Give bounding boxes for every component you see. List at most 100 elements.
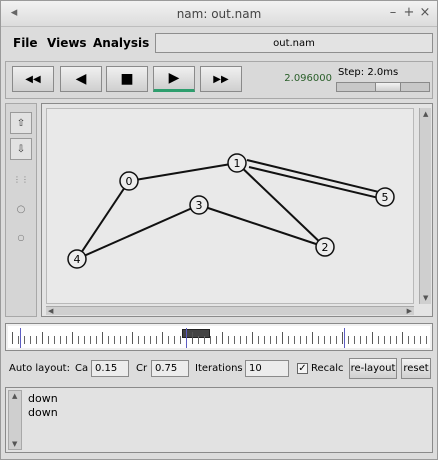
menu-analysis[interactable]: Analysis xyxy=(93,36,149,50)
iterations-input[interactable]: 10 xyxy=(245,360,289,377)
node-0: 0 xyxy=(119,171,139,191)
link-0-1 xyxy=(128,162,238,182)
scroll-left-icon[interactable]: ◀ xyxy=(48,307,53,315)
stop-button[interactable]: ■ xyxy=(106,66,148,92)
timeline-tick xyxy=(360,336,361,344)
node-1: 1 xyxy=(227,153,247,173)
timeline-tick xyxy=(78,336,79,344)
timeline-tick xyxy=(204,336,205,344)
link-1-5-a xyxy=(246,159,384,194)
timeline-tick xyxy=(420,336,421,344)
network-view: 0 1 2 3 4 5 ▲ ▼ ◀ ▶ xyxy=(41,103,433,317)
node-label: 4 xyxy=(74,253,81,266)
node-label: 3 xyxy=(196,199,203,212)
menu-file[interactable]: File xyxy=(13,36,38,50)
edit-tool-panel: ⇧ ⇩ ⋮⋮ ○ ○ xyxy=(5,103,37,317)
timeline-tick xyxy=(138,336,139,344)
timeline-tick xyxy=(84,336,85,344)
app-menu-icon[interactable]: ◂ xyxy=(7,6,21,20)
node-label: 2 xyxy=(322,241,329,254)
timeline-tick xyxy=(294,336,295,344)
zoom-in-icon[interactable]: ⇧ xyxy=(10,112,32,134)
network-canvas[interactable]: 0 1 2 3 4 5 xyxy=(46,108,414,304)
relayout-button[interactable]: re-layout xyxy=(349,358,397,379)
timeline-tick xyxy=(12,332,13,344)
zoom-out-icon[interactable]: ⇩ xyxy=(10,138,32,160)
timeline-tick xyxy=(96,336,97,344)
time-slider[interactable] xyxy=(5,323,433,351)
timeline-tick xyxy=(282,332,283,344)
small-circle-icon[interactable]: ○ xyxy=(10,226,32,248)
stop-icon: ■ xyxy=(120,71,134,87)
timeline-tick xyxy=(378,336,379,344)
fast-forward-button[interactable]: ▶▶ xyxy=(200,66,242,92)
node-3: 3 xyxy=(189,195,209,215)
timeline-tick xyxy=(240,336,241,344)
minimize-icon[interactable]: – xyxy=(385,5,401,21)
timeline-tick xyxy=(396,336,397,344)
timeline-marker xyxy=(186,328,187,348)
scroll-up-icon[interactable]: ▲ xyxy=(423,110,428,118)
timeline-tick xyxy=(300,336,301,344)
timeline-tick xyxy=(144,336,145,344)
node-label: 5 xyxy=(382,191,389,204)
rewind-button[interactable]: ◀◀ xyxy=(12,66,54,92)
reset-button[interactable]: reset xyxy=(401,358,431,379)
timeline-marker xyxy=(20,328,21,348)
timeline-tick xyxy=(228,336,229,344)
timeline-marker xyxy=(344,328,345,348)
play-button[interactable]: ▶ xyxy=(153,66,195,92)
scroll-down-icon[interactable]: ▼ xyxy=(12,440,17,448)
timeline-tick xyxy=(264,336,265,344)
timeline-tick xyxy=(330,336,331,344)
scroll-up-icon[interactable]: ▲ xyxy=(12,392,17,400)
log-scrollbar[interactable]: ▲ ▼ xyxy=(8,390,22,450)
timeline-tick xyxy=(66,336,67,344)
timeline-tick xyxy=(318,336,319,344)
node-circle-icon[interactable]: ○ xyxy=(10,198,32,220)
step-back-button[interactable]: ◀ xyxy=(60,66,102,92)
link-3-2 xyxy=(198,204,326,248)
maximize-icon[interactable]: + xyxy=(401,5,417,21)
timeline-tick xyxy=(324,336,325,344)
current-time: 2.096000 xyxy=(284,73,332,84)
iterations-label: Iterations xyxy=(195,363,243,374)
timeline-tick xyxy=(150,336,151,344)
log-line: down xyxy=(28,392,58,405)
timeline-tick xyxy=(246,336,247,344)
timeline-tick xyxy=(408,336,409,344)
step-slider-thumb[interactable] xyxy=(375,83,401,91)
canvas-vertical-scrollbar[interactable]: ▲ ▼ xyxy=(419,108,431,304)
scroll-right-icon[interactable]: ▶ xyxy=(407,307,412,315)
step-slider[interactable] xyxy=(336,82,430,92)
timeline-tick xyxy=(198,336,199,344)
nam-window: ◂ nam: out.nam – + × File Views Analysis… xyxy=(0,0,438,460)
play-back-icon: ◀ xyxy=(75,71,87,87)
timeline-tick xyxy=(276,336,277,344)
fast-forward-icon: ▶▶ xyxy=(213,73,229,85)
close-icon[interactable]: × xyxy=(417,5,433,21)
timeline-tick xyxy=(348,336,349,344)
cr-input[interactable]: 0.75 xyxy=(151,360,189,377)
timeline-tick xyxy=(180,336,181,344)
timeline-tick xyxy=(402,332,403,344)
edit-icon[interactable]: ⋮⋮ xyxy=(10,168,32,190)
file-name-display: out.nam xyxy=(155,33,433,53)
canvas-horizontal-scrollbar[interactable]: ◀ ▶ xyxy=(46,306,414,315)
node-4: 4 xyxy=(67,249,87,269)
timeline-tick xyxy=(312,332,313,344)
node-5: 5 xyxy=(375,187,395,207)
window-title: nam: out.nam xyxy=(176,6,262,21)
recalc-checkbox[interactable]: ✓ xyxy=(297,363,308,374)
timeline-tick xyxy=(372,332,373,344)
timeline-tick xyxy=(192,332,193,344)
ca-input[interactable]: 0.15 xyxy=(91,360,129,377)
topology-svg: 0 1 2 3 4 5 xyxy=(67,153,395,269)
menu-views[interactable]: Views xyxy=(47,36,87,50)
time-slider-track[interactable] xyxy=(8,326,430,348)
timeline-tick xyxy=(126,336,127,344)
timeline-tick xyxy=(156,336,157,344)
timeline-tick xyxy=(216,336,217,344)
playback-controls: ◀◀ ◀ ■ ▶ ▶▶ 2.096000 Step: 2.0ms xyxy=(5,61,433,99)
scroll-down-icon[interactable]: ▼ xyxy=(423,294,428,302)
